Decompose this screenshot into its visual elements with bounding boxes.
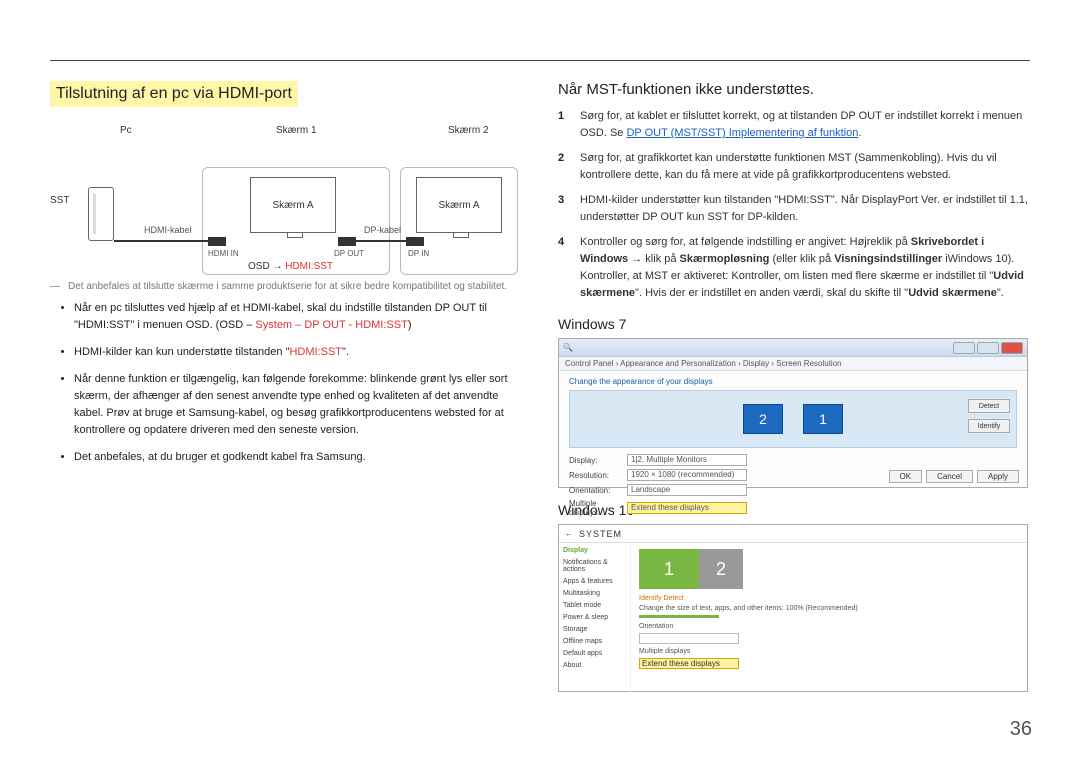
label-hdmi-in: HDMI IN: [208, 249, 239, 258]
win7-detect-button[interactable]: Detect: [968, 399, 1010, 413]
section-title-right: Når MST-funktionen ikke understøttes.: [558, 81, 1030, 98]
win7-breadcrumb: Control Panel › Appearance and Personali…: [559, 357, 1027, 371]
monitor-2-icon: Skærm A: [416, 177, 502, 233]
win10-screenshot: ←SYSTEM Display Notifications & actions …: [558, 524, 1028, 692]
label-dp-cable: DP-kabel: [364, 225, 401, 235]
step-2: 2Sørg for, at grafikkortet kan understøt…: [558, 150, 1030, 184]
compat-note: ―Det anbefales at tilslutte skærme i sam…: [50, 281, 522, 292]
label-dp-in: DP IN: [408, 249, 429, 258]
step-3: 3HDMI-kilder understøtter kun tilstanden…: [558, 192, 1030, 226]
win7-screenshot: 🔍 Control Panel › Appearance and Persona…: [558, 338, 1028, 488]
win7-apply-button[interactable]: Apply: [977, 470, 1019, 483]
win10-identify-detect[interactable]: Identify Detect: [639, 595, 1019, 602]
win10-sidebar: Display Notifications & actions Apps & f…: [559, 543, 631, 693]
step-1: 1 Sørg for, at kablet er tilsluttet korr…: [558, 108, 1030, 142]
bullet-2: HDMI-kilder kan kun understøtte tilstand…: [74, 344, 522, 361]
page-number: 36: [1010, 718, 1032, 741]
label-hdmi-cable: HDMI-kabel: [144, 225, 192, 235]
win7-cancel-button[interactable]: Cancel: [926, 470, 973, 483]
win7-ok-button[interactable]: OK: [889, 470, 923, 483]
step-4: 4 Kontroller og sørg for, at følgende in…: [558, 234, 1030, 302]
heading-win7: Windows 7: [558, 316, 1030, 332]
port-hdmi-in: [208, 237, 226, 246]
pc-icon: [88, 187, 114, 241]
label-screen1: Skærm 1: [276, 125, 317, 136]
win7-preview: 21 Detect Identify: [569, 390, 1017, 448]
win10-orientation-select[interactable]: [639, 633, 739, 644]
label-dp-out: DP OUT: [334, 249, 364, 258]
label-pc: Pc: [120, 125, 132, 136]
bullet-1: Når en pc tilsluttes ved hjælp af et HDM…: [74, 300, 522, 334]
connection-diagram: Pc Skærm 1 Skærm 2 SST Skærm A Skærm A H…: [50, 125, 522, 275]
port-dp-out: [338, 237, 356, 246]
bullet-3: Når denne funktion er tilgængelig, kan f…: [74, 371, 522, 439]
osd-caption: OSD → HDMI:SST: [248, 261, 333, 272]
label-screen2: Skærm 2: [448, 125, 489, 136]
monitor-1-icon: Skærm A: [250, 177, 336, 233]
win10-preview: 12: [639, 549, 1019, 589]
label-sst: SST: [50, 195, 69, 206]
win7-identify-button[interactable]: Identify: [968, 419, 1010, 433]
port-dp-in: [406, 237, 424, 246]
win10-multiple-select[interactable]: Extend these displays: [639, 658, 739, 669]
dp-out-link[interactable]: DP OUT (MST/SST) Implementering af funkt…: [626, 127, 858, 139]
win7-multiple-select[interactable]: Extend these displays: [627, 502, 747, 514]
win7-heading: Change the appearance of your displays: [569, 377, 1017, 386]
section-title-left: Tilslutning af en pc via HDMI-port: [50, 81, 298, 107]
bullet-4: Det anbefales, at du bruger et godkendt …: [74, 449, 522, 466]
